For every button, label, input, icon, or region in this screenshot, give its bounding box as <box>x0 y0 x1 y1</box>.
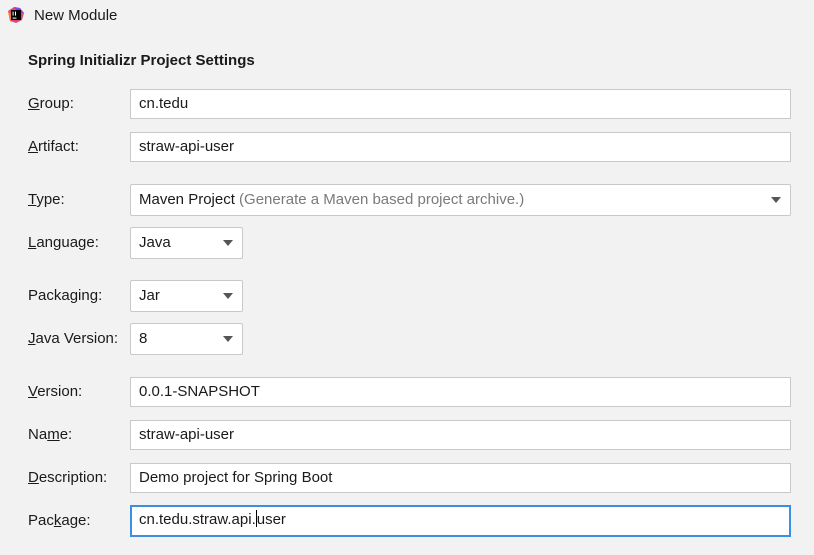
language-value: Java <box>139 234 171 251</box>
package-input[interactable]: cn.tedu.straw.api.user <box>130 505 791 537</box>
title-bar: New Module <box>0 0 814 32</box>
artifact-input[interactable]: straw-api-user <box>130 132 791 162</box>
type-label: Type: <box>28 191 65 208</box>
language-label: Language: <box>28 234 99 251</box>
java-version-label: Java Version: <box>28 330 119 347</box>
section-title: Spring Initializr Project Settings <box>28 52 255 69</box>
description-label: Description: <box>28 469 108 486</box>
chevron-down-icon <box>223 293 233 299</box>
type-dropdown[interactable]: Maven Project (Generate a Maven based pr… <box>130 184 791 216</box>
group-input[interactable]: cn.tedu <box>130 89 791 119</box>
packaging-label: Packaging: <box>28 287 103 304</box>
window-title: New Module <box>34 7 118 24</box>
chevron-down-icon <box>771 197 781 203</box>
java-version-dropdown[interactable]: 8 <box>130 323 243 355</box>
type-description: (Generate a Maven based project archive.… <box>239 191 525 208</box>
group-label: Group: <box>28 95 74 112</box>
version-input[interactable]: 0.0.1-SNAPSHOT <box>130 377 791 407</box>
artifact-label: Artifact: <box>28 138 79 155</box>
chevron-down-icon <box>223 240 233 246</box>
language-dropdown[interactable]: Java <box>130 227 243 259</box>
packaging-value: Jar <box>139 287 160 304</box>
description-input[interactable]: Demo project for Spring Boot <box>130 463 791 493</box>
version-label: Version: <box>28 383 83 400</box>
type-value: Maven Project <box>139 191 235 208</box>
intellij-idea-icon <box>8 7 24 23</box>
packaging-dropdown[interactable]: Jar <box>130 280 243 312</box>
chevron-down-icon <box>223 336 233 342</box>
package-label: Package: <box>28 512 91 529</box>
name-label: Name: <box>28 426 73 443</box>
java-version-value: 8 <box>139 330 148 347</box>
name-input[interactable]: straw-api-user <box>130 420 791 450</box>
